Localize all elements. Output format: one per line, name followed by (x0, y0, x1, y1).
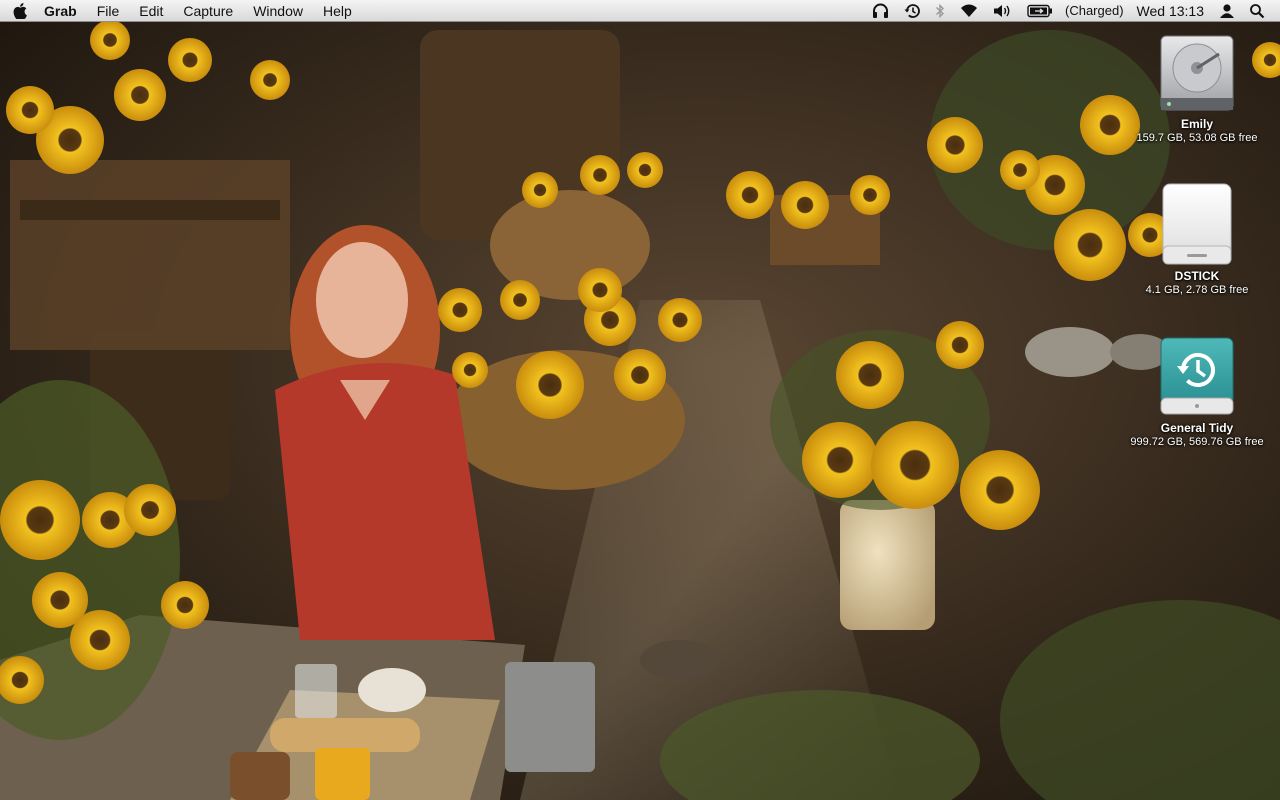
desktop-icon-info: 4.1 GB, 2.78 GB free (1145, 284, 1249, 296)
menu-clock[interactable]: Wed 13:13 (1129, 0, 1212, 22)
desktop-icon-name: DSTICK (1174, 269, 1220, 283)
battery-status-text[interactable]: (Charged) (1060, 0, 1129, 22)
menu-window[interactable]: Window (243, 0, 313, 22)
desktop-icon-name: General Tidy (1160, 421, 1234, 435)
spotlight-search-icon[interactable] (1242, 0, 1272, 22)
internal-hard-drive-icon (1160, 35, 1234, 111)
menu-help[interactable]: Help (313, 0, 362, 22)
apple-menu-icon[interactable] (0, 0, 40, 22)
external-drive-icon (1162, 183, 1232, 265)
headphones-icon[interactable] (865, 0, 896, 22)
menu-app-name[interactable]: Grab (40, 0, 87, 22)
time-machine-icon[interactable] (896, 0, 928, 22)
desktop-wallpaper (0, 0, 1280, 800)
menu-edit[interactable]: Edit (129, 0, 173, 22)
time-machine-drive-icon (1160, 337, 1234, 415)
desktop-icon-dstick[interactable]: DSTICK 4.1 GB, 2.78 GB free (1122, 182, 1272, 297)
menu-capture[interactable]: Capture (173, 0, 243, 22)
user-icon[interactable] (1212, 0, 1242, 22)
wifi-icon[interactable] (952, 0, 986, 22)
menu-bar: Grab File Edit Capture Window Help (Char… (0, 0, 1280, 22)
bluetooth-icon[interactable] (928, 0, 952, 22)
battery-icon[interactable] (1020, 0, 1060, 22)
menu-file[interactable]: File (87, 0, 130, 22)
desktop-icon-emily[interactable]: Emily 159.7 GB, 53.08 GB free (1122, 32, 1272, 145)
desktop-icon-name: Emily (1180, 117, 1213, 131)
desktop-icon-general-tidy[interactable]: General Tidy 999.72 GB, 569.76 GB free (1122, 336, 1272, 449)
desktop-icon-info: 159.7 GB, 53.08 GB free (1136, 132, 1258, 144)
desktop-icon-info: 999.72 GB, 569.76 GB free (1130, 436, 1264, 448)
volume-icon[interactable] (986, 0, 1020, 22)
